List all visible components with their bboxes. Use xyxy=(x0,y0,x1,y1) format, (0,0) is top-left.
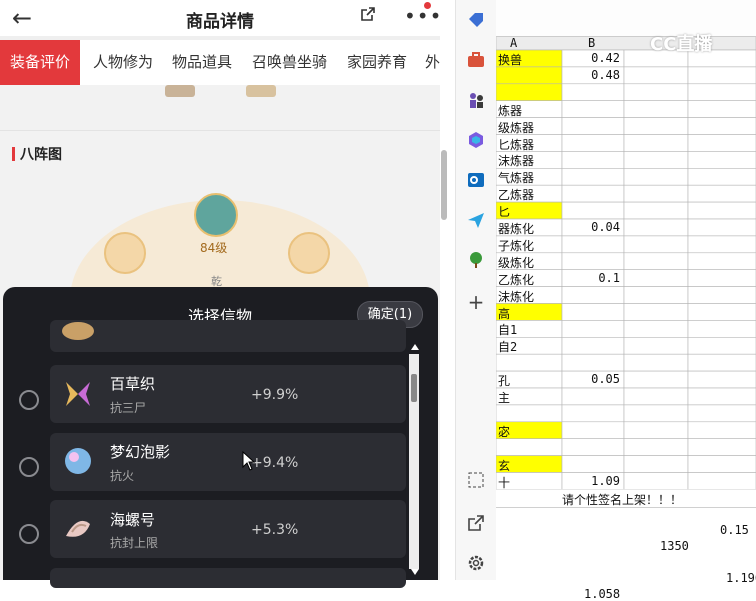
sheet-banner[interactable]: 请个性签名上架！！！ xyxy=(562,491,682,508)
item-radio[interactable] xyxy=(19,390,39,410)
column-header-a[interactable]: A xyxy=(510,36,517,50)
sheet-value[interactable]: 1.058 xyxy=(584,587,620,601)
sheet-cell-a[interactable]: 匕 xyxy=(498,203,560,220)
scroll-down-arrow-icon[interactable] xyxy=(411,569,419,575)
tree-icon[interactable] xyxy=(466,250,486,270)
sheet-cell-b[interactable]: 1.09 xyxy=(564,474,620,488)
sheet-cell-a[interactable]: 孔 xyxy=(498,372,560,389)
panel-scroll-thumb[interactable] xyxy=(411,374,417,402)
list-item[interactable] xyxy=(50,320,406,352)
list-item[interactable] xyxy=(50,500,406,558)
notification-dot xyxy=(424,2,431,9)
sheet-cell-b[interactable]: 0.05 xyxy=(564,372,620,386)
sheet-cell-a[interactable]: 器炼化 xyxy=(498,220,560,237)
sheet-cell-a[interactable]: 级炼化 xyxy=(498,254,560,271)
screenshot-icon[interactable] xyxy=(466,470,486,490)
column-header-b[interactable]: B xyxy=(588,36,595,50)
sheet-value[interactable]: 1.196 xyxy=(726,571,756,585)
item-sub: 抗三尸 xyxy=(110,401,147,415)
sheet-cell-b[interactable]: 0.1 xyxy=(564,271,620,285)
item-radio[interactable] xyxy=(19,524,39,544)
outlook-icon[interactable] xyxy=(466,170,486,190)
sheet-cell-a[interactable]: 子炼化 xyxy=(498,237,560,254)
list-item[interactable] xyxy=(50,568,406,588)
list-item[interactable] xyxy=(50,365,406,423)
center-level: 84级 xyxy=(200,241,228,255)
sheet-cell-a[interactable]: 乙炼器 xyxy=(498,186,560,203)
stat-pill xyxy=(246,85,276,97)
item-sub: 抗火 xyxy=(110,469,135,483)
bubble-icon xyxy=(65,448,91,474)
sheet-cell-a[interactable]: 气炼器 xyxy=(498,169,560,186)
conch-icon xyxy=(66,520,90,537)
chess-icon[interactable] xyxy=(466,90,486,110)
gear-icon[interactable] xyxy=(466,553,486,573)
sheet-cell-a[interactable]: 自2 xyxy=(498,338,560,355)
sheet-cell-a[interactable]: 沫炼化 xyxy=(498,288,560,305)
sheet-toolbar xyxy=(496,0,756,37)
more-icon[interactable]: ••• xyxy=(404,4,440,28)
stream-watermark: CC直播 xyxy=(650,34,713,55)
tab-more[interactable]: 外 xyxy=(425,40,440,85)
sheet-cell-a[interactable]: 匕炼器 xyxy=(498,136,560,153)
page-scrollbar[interactable] xyxy=(441,150,447,220)
sheet-cell-a[interactable]: 级炼器 xyxy=(498,119,560,136)
sheet-cell-a[interactable]: 炼器 xyxy=(498,102,560,119)
sheet-cell-a[interactable]: 主 xyxy=(498,389,560,406)
send-icon[interactable] xyxy=(466,210,486,230)
add-icon[interactable]: + xyxy=(466,292,486,312)
briefcase-icon[interactable] xyxy=(466,50,486,70)
sheet-cell-a[interactable]: 乙炼化 xyxy=(498,271,560,288)
sheet-cell-a[interactable]: 换兽 xyxy=(498,51,560,68)
scroll-up-arrow-icon[interactable] xyxy=(411,344,419,350)
item-name: 海螺号 xyxy=(110,511,156,529)
sheet-cell-a[interactable]: 十 xyxy=(498,474,560,491)
divider xyxy=(0,130,440,131)
tab-items[interactable]: 物品道具 xyxy=(172,40,232,85)
sheet-cell-a[interactable]: 沫炼器 xyxy=(498,152,560,169)
category-tabs: 装备评价 人物修为 物品道具 召唤兽坐骑 家园养育 外 xyxy=(0,40,440,85)
item-name: 百草织 xyxy=(110,375,156,393)
butterfly-icon xyxy=(66,382,90,406)
sheet-cell-a[interactable]: 玄 xyxy=(498,457,560,474)
item-name: 梦幻泡影 xyxy=(110,443,171,461)
item-radio[interactable] xyxy=(19,457,39,477)
sheet-value[interactable]: 0.15 xyxy=(720,523,749,537)
sheet-cell-b[interactable]: 0.48 xyxy=(564,68,620,82)
item-icon xyxy=(62,322,94,340)
item-pct: +5.3% xyxy=(251,522,299,538)
sheet-cell-b[interactable]: 0.42 xyxy=(564,51,620,65)
tab-equipment[interactable]: 装备评价 xyxy=(0,40,81,85)
open-external-icon[interactable] xyxy=(466,513,486,533)
tab-home[interactable]: 家园养育 xyxy=(347,40,407,85)
tag-icon[interactable] xyxy=(466,10,486,30)
item-pct: +9.9% xyxy=(251,387,299,403)
formation-node-right[interactable] xyxy=(288,232,330,274)
sheet-cell-a[interactable]: 高 xyxy=(498,305,560,322)
copilot-icon[interactable] xyxy=(466,130,486,150)
mouse-cursor-icon xyxy=(242,451,256,471)
sheet-cell-a[interactable]: 宓 xyxy=(498,423,560,440)
tab-cultivation[interactable]: 人物修为 xyxy=(93,40,153,85)
share-icon[interactable] xyxy=(360,6,376,22)
sheet-cell-b[interactable]: 0.04 xyxy=(564,220,620,234)
formation-node-left[interactable] xyxy=(104,232,146,274)
stat-pill xyxy=(165,85,195,97)
section-marker xyxy=(12,147,15,161)
list-item[interactable] xyxy=(50,433,406,491)
sheet-cell-a[interactable]: 自1 xyxy=(498,321,560,338)
section-title: 八阵图 xyxy=(20,147,62,163)
tab-summons[interactable]: 召唤兽坐骑 xyxy=(252,40,327,85)
item-pct: +9.4% xyxy=(251,455,299,471)
sheet-value[interactable]: 1350 xyxy=(660,539,689,553)
item-sub: 抗封上限 xyxy=(110,536,159,550)
formation-node-center-icon[interactable] xyxy=(194,193,238,237)
